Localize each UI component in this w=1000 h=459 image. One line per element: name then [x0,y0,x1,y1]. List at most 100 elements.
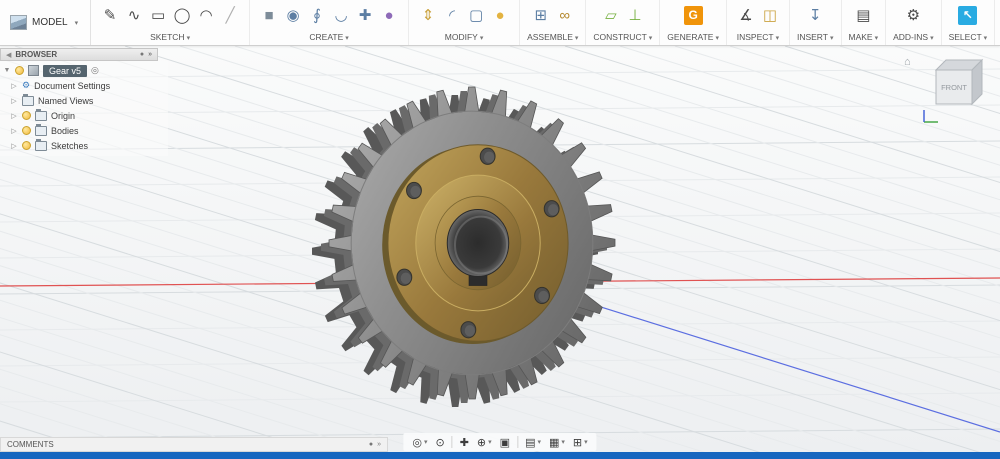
toolbar-menu-modify[interactable]: MODIFY ▾ [416,32,512,42]
look-at-icon[interactable]: ⊙ [431,436,448,449]
viewport-3d[interactable]: ◀ BROWSER ● » ▼ Gear v5 ◎ ▷ ⚙ Document Set… [0,46,1000,452]
browser-item-label: Named Views [38,95,94,106]
toolbar-menu-inspect[interactable]: INSPECT ▾ [734,32,782,42]
browser-item-named-views[interactable]: ▷ Named Views [0,93,168,108]
browser-item-document-settings[interactable]: ▷ ⚙ Document Settings [0,78,168,93]
chevron-down-icon: ▾ [345,35,349,42]
3d-print-icon[interactable]: ▤ [852,4,874,26]
pan-icon[interactable]: ✚ [456,436,473,449]
browser-panel: ◀ BROWSER ● » ▼ Gear v5 ◎ ▷ ⚙ Document Set… [0,48,170,156]
visibility-bulb-icon[interactable] [15,66,24,75]
coil-icon[interactable]: ✚ [354,4,376,26]
expand-chevron-icon[interactable]: ▷ [10,82,18,90]
browser-item-label: Sketches [51,140,89,151]
grid-and-snaps-icon[interactable]: ▦ ▾ [545,436,569,449]
toolbar-menu-add-ins[interactable]: ADD-INS ▾ [893,32,933,42]
create-sketch-icon[interactable]: ✎ [99,4,121,26]
joint-icon[interactable]: ∞ [554,4,576,26]
spline-icon[interactable]: ∿ [123,4,145,26]
shell-icon[interactable]: ▢ [465,4,487,26]
orbit-icon[interactable]: ◎ ▾ [408,436,431,449]
gear-model[interactable] [312,86,616,407]
toolbar-menu-sketch[interactable]: SKETCH ▾ [98,32,242,42]
viewcube-face-label[interactable]: FRONT [941,83,967,92]
browser-item-origin[interactable]: ▷ Origin [0,108,168,123]
toolbar-groups: ✎ ∿ ▭ ◯ ◠ ╱ SKETCH ▾ ■ ◉ ∮ ◡ ✚ ● CREATE ▾ ⇕ ◜ ▢ ● MODIFY ▾ ⊞ ∞ A… [91,0,996,45]
panel-expand-icon[interactable]: » [148,51,152,58]
panel-dot-icon[interactable]: ● [140,51,144,58]
axis-icon[interactable]: ⊥ [624,4,646,26]
viewports-icon[interactable]: ⊞ ▾ [569,436,592,449]
combine-icon[interactable]: ● [489,4,511,26]
arc-icon[interactable]: ◠ [195,4,217,26]
chevron-down-icon: ▾ [561,439,565,446]
zoom-icon[interactable]: ⊕ ▾ [473,436,496,449]
generate-icon[interactable]: G [683,5,703,25]
browser-item-root[interactable]: ▼ Gear v5 ◎ [0,63,168,78]
browser-item-sketches[interactable]: ▷ Sketches [0,138,168,153]
panel-dot-icon[interactable]: ● [369,441,373,448]
create-form-icon[interactable]: ● [378,4,400,26]
activate-component-icon[interactable]: ◎ [91,65,99,76]
line-icon[interactable]: ╱ [219,4,241,26]
toolbar-group-select: ↖ SELECT ▾ [942,0,996,45]
toolbar-menu-generate[interactable]: GENERATE ▾ [667,32,719,42]
expand-chevron-icon[interactable]: ▼ [3,67,11,74]
expand-chevron-icon[interactable]: ▷ [10,97,18,105]
comments-bar[interactable]: COMMENTS ● » [0,437,388,452]
fillet-icon[interactable]: ◜ [441,4,463,26]
chevron-down-icon: ▾ [74,19,79,27]
toolbar-group-inspect: ∡ ◫ INSPECT ▾ [727,0,790,45]
toolbar-menu-assemble[interactable]: ASSEMBLE ▾ [527,32,578,42]
toolbar-group-modify: ⇕ ◜ ▢ ● MODIFY ▾ [409,0,521,45]
expand-chevron-icon[interactable]: ▷ [10,127,18,135]
component-icon [28,65,39,76]
box-icon[interactable]: ■ [258,4,280,26]
chevron-down-icon: ▾ [537,439,541,446]
taskbar-strip [0,452,1000,459]
panel-expand-icon[interactable]: » [377,441,381,448]
axis-triad-icon [923,110,938,123]
root-component-badge[interactable]: Gear v5 [43,64,88,77]
chevron-down-icon: ▾ [930,35,934,42]
measure-icon[interactable]: ∡ [735,4,757,26]
rectangle-icon[interactable]: ▭ [147,4,169,26]
visibility-bulb-icon[interactable] [22,126,31,135]
toolbar-menu-construct[interactable]: CONSTRUCT ▾ [593,32,652,42]
folder-icon [35,138,47,151]
browser-header[interactable]: ◀ BROWSER ● » [0,48,158,61]
section-analysis-icon[interactable]: ◫ [759,4,781,26]
workspace-switcher[interactable]: MODEL ▾ [0,0,92,45]
revolve-icon[interactable]: ◉ [282,4,304,26]
collapse-panel-icon[interactable]: ◀ [6,51,11,59]
loft-icon[interactable]: ◡ [330,4,352,26]
expand-chevron-icon[interactable]: ▷ [10,112,18,120]
new-component-icon[interactable]: ⊞ [530,4,552,26]
circle-icon[interactable]: ◯ [171,4,193,26]
visibility-bulb-icon[interactable] [22,111,31,120]
toolbar-menu-insert[interactable]: INSERT ▾ [797,32,834,42]
toolbar-group-sketch: ✎ ∿ ▭ ◯ ◠ ╱ SKETCH ▾ [91,0,251,45]
offset-plane-icon[interactable]: ▱ [600,4,622,26]
navigation-toolbar: ◎ ▾ ⊙ ✚ ⊕ ▾ ▣ ▤ ▾ ▦ ▾ ⊞ ▾ [403,433,597,451]
sweep-icon[interactable]: ∮ [306,4,328,26]
toolbar-menu-select[interactable]: SELECT ▾ [949,32,988,42]
scripts-and-addins-icon[interactable]: ⚙ [902,4,924,26]
expand-chevron-icon[interactable]: ▷ [10,142,18,150]
toolbar-menu-make[interactable]: MAKE ▾ [849,32,879,42]
browser-item-bodies[interactable]: ▷ Bodies [0,123,168,138]
viewcube-cube[interactable]: FRONT [922,50,994,112]
fit-icon[interactable]: ▣ [496,436,514,449]
toolbar-menu-create[interactable]: CREATE ▾ [257,32,401,42]
select-icon[interactable]: ↖ [958,5,978,25]
press-pull-icon[interactable]: ⇕ [417,4,439,26]
folder-icon [35,108,47,121]
toolbar-separator [451,436,453,448]
top-toolbar: MODEL ▾ ✎ ∿ ▭ ◯ ◠ ╱ SKETCH ▾ ■ ◉ ∮ ◡ ✚ ● CREATE ▾ ⇕ ◜ ▢ ● MO… [0,0,1000,46]
display-settings-icon[interactable]: ▤ ▾ [521,436,545,449]
browser-tree: ▷ ⚙ Document Settings ▷ Named Views ▷ Origin ▷ B… [0,78,168,153]
visibility-bulb-icon[interactable] [22,141,31,150]
insert-icon[interactable]: ↧ [804,4,826,26]
home-view-icon[interactable]: ⌂ [904,56,911,68]
fusion-window: MODEL ▾ ✎ ∿ ▭ ◯ ◠ ╱ SKETCH ▾ ■ ◉ ∮ ◡ ✚ ● CREATE ▾ ⇕ ◜ ▢ ● MO… [0,0,1000,459]
